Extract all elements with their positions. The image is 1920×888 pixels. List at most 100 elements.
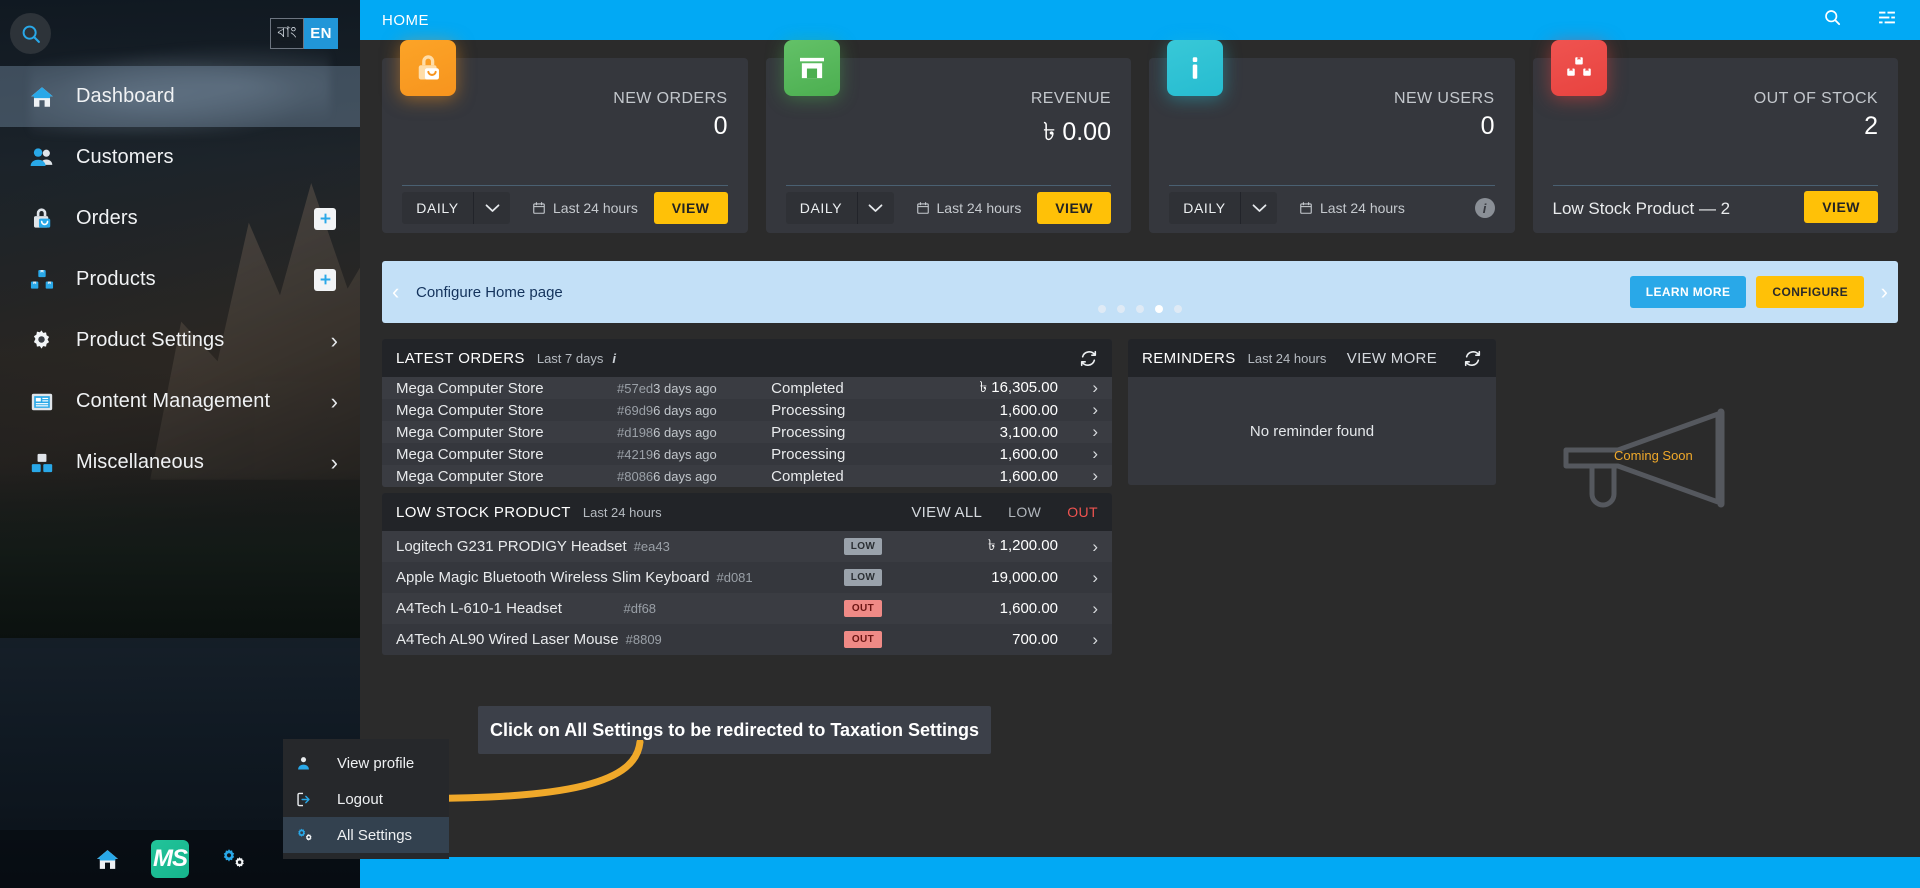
order-amount: ৳ 16,305.00 (979, 378, 1058, 396)
banner-dot[interactable] (1117, 305, 1125, 313)
learn-more-button[interactable]: LEARN MORE (1629, 276, 1747, 308)
boxes-icon (28, 265, 62, 295)
topbar-filter-button[interactable] (1876, 8, 1898, 32)
refresh-button[interactable] (1079, 349, 1098, 368)
sidebar-item-products[interactable]: Products (0, 249, 360, 310)
chevron-right-icon[interactable]: › (1058, 422, 1098, 442)
sidebar-add-order-badge[interactable] (314, 207, 336, 230)
topbar-search-button[interactable] (1823, 8, 1842, 32)
panel-title: LATEST ORDERS (396, 349, 525, 367)
taskbar-ms-logo-icon[interactable]: MS (151, 840, 189, 878)
list-item[interactable]: Apple Magic Bluetooth Wireless Slim Keyb… (382, 562, 1112, 593)
period-selector[interactable]: DAILY (1169, 192, 1277, 224)
order-amount: 1,600.00 (999, 401, 1058, 419)
banner-dot[interactable] (1136, 305, 1144, 313)
view-all-link[interactable]: VIEW ALL (911, 504, 982, 521)
divider (785, 185, 1111, 186)
banner-dot-active[interactable] (1155, 305, 1163, 313)
view-button[interactable]: VIEW (653, 192, 728, 224)
language-toggle[interactable]: বাং EN (270, 18, 338, 49)
taskbar-settings-button[interactable] (219, 847, 249, 872)
chevron-right-icon[interactable]: › (1058, 378, 1098, 398)
sidebar-item-orders[interactable]: Orders (0, 188, 360, 249)
storefront-icon (783, 40, 840, 96)
info-badge-icon[interactable]: i (1474, 198, 1495, 218)
date-range-label: Last 24 hours (553, 200, 638, 216)
view-button[interactable]: VIEW (1804, 191, 1878, 223)
lang-option-bn[interactable]: বাং (270, 18, 304, 49)
calendar-icon (533, 202, 545, 214)
stat-card-new-orders: NEW ORDERS 0 DAILY Last 24 hours VIEW (382, 40, 748, 233)
chevron-down-icon (857, 192, 894, 224)
sidebar-add-product-badge[interactable] (314, 268, 336, 291)
chevron-right-icon[interactable]: › (1058, 537, 1098, 557)
refresh-button[interactable] (1463, 349, 1482, 368)
configure-button[interactable]: CONFIGURE (1756, 276, 1864, 308)
banner-next-icon[interactable]: › (1881, 281, 1888, 303)
sidebar-item-miscellaneous[interactable]: Miscellaneous › (0, 432, 360, 493)
sidebar-bg-trees (0, 468, 360, 648)
table-row[interactable]: Mega Computer Store #8086 6 days ago Com… (382, 465, 1112, 487)
reminders-header: REMINDERS Last 24 hours VIEW MORE (1128, 339, 1496, 377)
list-item[interactable]: A4Tech AL90 Wired Laser Mouse #8809 OUT … (382, 624, 1112, 655)
sidebar-item-customers[interactable]: Customers (0, 127, 360, 188)
period-selector[interactable]: DAILY (402, 192, 510, 224)
tab-low[interactable]: LOW (1008, 504, 1041, 520)
status-badge: OUT (844, 631, 882, 648)
info-icon[interactable]: i (612, 351, 616, 366)
order-id: #8086 (617, 468, 654, 484)
lang-option-en[interactable]: EN (304, 18, 338, 49)
order-amount: 1,600.00 (999, 445, 1058, 463)
chevron-right-icon[interactable]: › (1058, 444, 1098, 464)
panel-subtitle: Last 7 days (536, 350, 604, 366)
chevron-right-icon[interactable]: › (1058, 630, 1098, 650)
list-item[interactable]: A4Tech L-610-1 Headset #df68 OUT 1,600.0… (382, 593, 1112, 624)
banner-prev-icon[interactable]: ‹ (392, 281, 399, 303)
chevron-right-icon[interactable]: › (1058, 599, 1098, 619)
plus-icon (320, 274, 330, 285)
sidebar-nav: Dashboard Customers Orders Products Prod… (0, 66, 360, 493)
calendar-icon (916, 202, 929, 214)
sidebar-item-dashboard[interactable]: Dashboard (0, 66, 360, 127)
banner-dot[interactable] (1174, 305, 1182, 313)
period-selector[interactable]: DAILY (785, 192, 894, 224)
order-status: Processing (771, 401, 846, 419)
chevron-right-icon[interactable]: › (1058, 466, 1098, 486)
order-status: Processing (771, 423, 846, 441)
date-range[interactable]: Last 24 hours (1299, 200, 1405, 216)
context-menu-item-all-settings[interactable]: All Settings (283, 817, 449, 853)
order-id: #57ed (617, 380, 654, 396)
product-id: #df68 (623, 601, 657, 616)
info-icon (1167, 40, 1223, 96)
product-name: A4Tech L-610-1 Headset (396, 600, 562, 617)
context-menu-item-logout[interactable]: Logout (283, 781, 449, 817)
view-button[interactable]: VIEW (1037, 192, 1111, 224)
sidebar-item-product-settings[interactable]: Product Settings › (0, 310, 360, 371)
period-selector-value: DAILY (402, 192, 474, 224)
banner-dot[interactable] (1098, 305, 1106, 313)
table-row[interactable]: Mega Computer Store #57ed 3 days ago Com… (382, 377, 1112, 399)
boxes-icon (1550, 40, 1607, 96)
date-range[interactable]: Last 24 hours (532, 200, 638, 216)
divider (1552, 185, 1878, 186)
context-menu-item-view-profile[interactable]: View profile (283, 745, 449, 781)
stat-card-value: 2 (1864, 112, 1878, 140)
coming-soon-label: Coming Soon (1614, 448, 1693, 463)
view-more-link[interactable]: VIEW MORE (1347, 350, 1437, 367)
table-row[interactable]: Mega Computer Store #4219 6 days ago Pro… (382, 443, 1112, 465)
tab-out[interactable]: OUT (1067, 504, 1098, 520)
chevron-right-icon[interactable]: › (1058, 400, 1098, 420)
table-row[interactable]: Mega Computer Store #69d9 6 days ago Pro… (382, 399, 1112, 421)
banner-text: Configure Home page (416, 283, 563, 301)
sidebar-search-button[interactable] (10, 13, 51, 54)
sidebar-item-label: Product Settings (76, 329, 225, 351)
megaphone-icon (1563, 408, 1725, 508)
date-range[interactable]: Last 24 hours (916, 200, 1021, 216)
sidebar-item-content-management[interactable]: Content Management › (0, 371, 360, 432)
chevron-right-icon[interactable]: › (1058, 568, 1098, 588)
status-badge: OUT (844, 600, 882, 617)
content-area: NEW ORDERS 0 DAILY Last 24 hours VIEW RE… (360, 40, 1920, 655)
list-item[interactable]: Logitech G231 PRODIGY Headset #ea43 LOW … (382, 531, 1112, 562)
taskbar-home-button[interactable] (94, 847, 121, 872)
table-row[interactable]: Mega Computer Store #d198 6 days ago Pro… (382, 421, 1112, 443)
